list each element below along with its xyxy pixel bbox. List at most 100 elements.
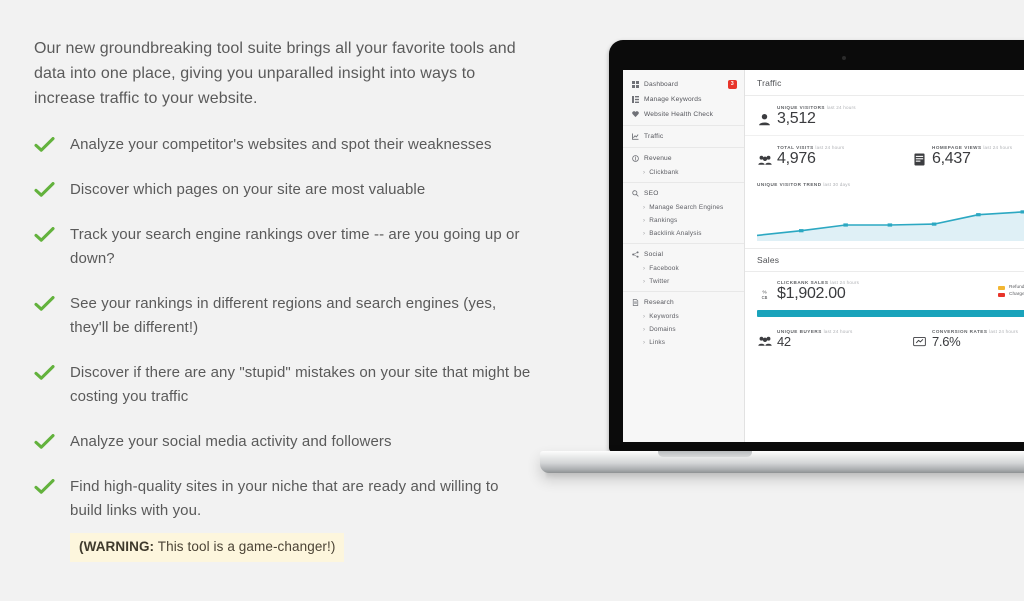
sidebar-item-seo[interactable]: SEO (623, 186, 744, 201)
stat-value: 3,512 (777, 110, 816, 127)
chart-title: UNIQUE VISITOR TREND (757, 182, 822, 187)
list-item: Discover if there are any "stupid" mista… (34, 361, 534, 409)
check-icon (34, 296, 58, 312)
sidebar-subitem-keywords[interactable]: › Keywords (623, 310, 744, 323)
stat-unique-buyers: UNIQUE BUYERS last 24 hours 42 (757, 329, 912, 348)
stat-sublabel: last 24 hours (989, 329, 1019, 334)
grid-icon (631, 81, 639, 88)
chart-icon (631, 133, 639, 140)
laptop-base (540, 451, 1024, 473)
sidebar-subitem-label: Twitter (649, 278, 670, 285)
nav-group-seo: SEO › Manage Search Engines › Rankings › (623, 183, 744, 244)
sidebar-item-label: Manage Keywords (644, 96, 702, 103)
sidebar: Dashboard 3 Manage Keywords Website Heal… (623, 70, 745, 442)
sidebar-subitem-manage-search-engines[interactable]: › Manage Search Engines (623, 201, 744, 214)
dollar-icon (631, 155, 639, 162)
sidebar-item-social[interactable]: Social (623, 247, 744, 262)
sidebar-item-label: Dashboard (644, 81, 679, 88)
list-item: See your rankings in different regions a… (34, 292, 534, 340)
list-item: Track your search engine rankings over t… (34, 223, 534, 271)
chevron-right-icon: › (643, 326, 646, 333)
list-item: Discover which pages on your site are mo… (34, 178, 534, 202)
sidebar-item-label: Traffic (644, 133, 664, 140)
stat-sublabel: last 24 hours (983, 145, 1013, 150)
sidebar-subitem-clickbank[interactable]: › Clickbank (623, 166, 744, 179)
legend-label: Refunds (1009, 285, 1024, 290)
sidebar-subitem-facebook[interactable]: › Facebook (623, 262, 744, 275)
sidebar-item-manage-keywords[interactable]: Manage Keywords (623, 92, 744, 107)
visits-views-row: TOTAL VISITS last 24 hours 4,976 HOMEPAG… (745, 136, 1024, 175)
chevron-right-icon: › (643, 230, 646, 237)
status-badge: 3 (727, 80, 737, 90)
sidebar-item-research[interactable]: Research (623, 295, 744, 310)
list-item: Analyze your social media activity and f… (34, 430, 534, 454)
chevron-right-icon: › (643, 217, 646, 224)
list-item-label: See your rankings in different regions a… (70, 295, 497, 336)
legend-swatch (998, 285, 1005, 290)
list-item: Analyze your competitor's websites and s… (34, 133, 534, 157)
legend-swatch (998, 292, 1005, 297)
document-icon (631, 299, 639, 306)
chevron-right-icon: › (643, 313, 646, 320)
sidebar-subitem-label: Manage Search Engines (649, 204, 724, 211)
sidebar-subitem-domains[interactable]: › Domains (623, 323, 744, 336)
sidebar-subitem-label: Facebook (649, 265, 679, 272)
chart-data-point (843, 223, 848, 227)
sidebar-subitem-twitter[interactable]: › Twitter (623, 275, 744, 288)
chevron-right-icon: › (643, 169, 646, 176)
svg-text:%: % (762, 290, 766, 295)
heart-icon (631, 111, 639, 118)
list-item-label: Discover if there are any "stupid" mista… (70, 364, 531, 405)
stat-homepage-views: HOMEPAGE VIEWS last 24 hours 6,437 (912, 145, 1024, 167)
chart-data-point (798, 229, 804, 233)
sidebar-item-traffic[interactable]: Traffic (623, 129, 744, 144)
check-icon (34, 365, 58, 381)
svg-text:CB: CB (762, 295, 768, 300)
check-icon (34, 137, 58, 153)
sidebar-subitem-links[interactable]: › Links (623, 336, 744, 349)
percent-badge-icon: % CB (757, 288, 772, 302)
laptop-screen: Dashboard 3 Manage Keywords Website Heal… (623, 70, 1024, 442)
search-icon (631, 190, 639, 197)
check-icon (34, 227, 58, 243)
nav-group-social: Social › Facebook › Twitter (623, 244, 744, 292)
share-icon (631, 251, 639, 258)
chevron-right-icon: › (643, 278, 646, 285)
laptop-bezel: Dashboard 3 Manage Keywords Website Heal… (609, 40, 1024, 452)
sidebar-item-label: Research (644, 299, 674, 306)
list-item-label: Track your search engine rankings over t… (70, 226, 520, 267)
legend-item-chargeback: Chargeback $5.60 (998, 292, 1024, 297)
stat-value: 7.6% (932, 334, 961, 349)
progress-segment-sales (757, 310, 1024, 317)
stat-value: 6,437 (932, 150, 971, 167)
sidebar-item-dashboard[interactable]: Dashboard 3 (623, 77, 744, 92)
sidebar-item-revenue[interactable]: Revenue (623, 151, 744, 166)
sidebar-subitem-label: Domains (649, 326, 676, 333)
sidebar-item-label: Social (644, 251, 664, 258)
sales-panel-title: Sales (745, 248, 1024, 272)
nav-group-research: Research › Keywords › Domains › Links (623, 292, 744, 352)
chevron-right-icon: › (643, 339, 646, 346)
nav-group-revenue: Revenue › Clickbank (623, 148, 744, 183)
stat-clickbank-sales: % CB CLICKBANK SALES last 24 hours $1,902… (757, 280, 1024, 302)
stat-value: 42 (777, 334, 791, 349)
browser-icon (912, 153, 927, 167)
sidebar-subitem-label: Clickbank (649, 169, 679, 176)
dashboard-app: Dashboard 3 Manage Keywords Website Heal… (623, 70, 1024, 442)
chart-subtitle: last 30 days (823, 182, 851, 187)
clickbank-sales-row: % CB CLICKBANK SALES last 24 hours $1,902… (745, 272, 1024, 306)
sidebar-item-website-health-check[interactable]: Website Health Check (623, 107, 744, 122)
main-content: Traffic UNIQUE VISITORS last 24 hours 3,… (745, 70, 1024, 442)
intro-paragraph: Our new groundbreaking tool suite brings… (34, 40, 516, 107)
list-item: Find high-quality sites in your niche th… (34, 475, 534, 523)
check-icon (34, 182, 58, 198)
users-group-icon (757, 335, 772, 348)
chart-data-point (931, 222, 937, 226)
buyers-conversion-row: UNIQUE BUYERS last 24 hours 42 CONVERSIO… (745, 317, 1024, 356)
nav-group-main: Dashboard 3 Manage Keywords Website Heal… (623, 74, 744, 126)
sidebar-subitem-backlink-analysis[interactable]: › Backlink Analysis (623, 227, 744, 240)
chart-data-point (1020, 210, 1024, 214)
visitor-trend-chart: UNIQUE VISITOR TREND last 30 days (745, 175, 1024, 248)
sidebar-subitem-rankings[interactable]: › Rankings (623, 214, 744, 227)
list-item-label: Find high-quality sites in your niche th… (70, 478, 499, 519)
